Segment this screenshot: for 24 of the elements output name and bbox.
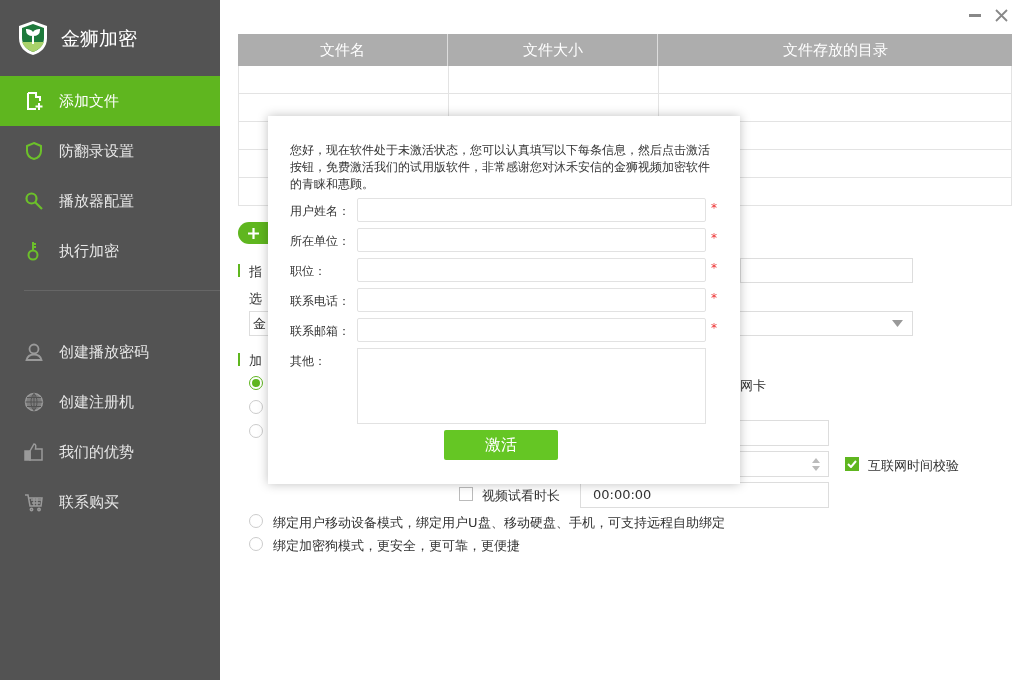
required-mark: * — [711, 290, 717, 307]
section-title: 指 — [249, 263, 262, 281]
option-label: 绑定用户移动设备模式，绑定用户U盘、移动硬盘、手机，可支持远程自助绑定 — [273, 514, 725, 532]
field-label: 职位： — [290, 263, 327, 280]
option-label: 绑定加密狗模式，更安全，更可靠，更便捷 — [273, 537, 520, 555]
checkbox-label: 视频试看时长 — [482, 487, 560, 505]
field-label: 用户姓名： — [290, 203, 351, 220]
field-label: 其他： — [290, 353, 327, 370]
required-mark: * — [711, 320, 717, 337]
column-header: 文件名 — [238, 34, 448, 66]
column-header: 文件存放的目录 — [781, 39, 889, 61]
option-label: 网卡 — [740, 377, 766, 395]
app-title: 金狮加密 — [61, 25, 137, 51]
dialog-message: 您好，现在软件处于未激活状态，您可以认真填写以下每条信息，然后点击激活按钮，免费激活我们的试用版软件，非常感谢您对沐禾安信的金狮视频加密软件的青睐和惠顾。 — [290, 142, 711, 193]
checkbox-label: 互联网时间校验 — [868, 457, 959, 475]
field-label: 联系电话： — [290, 293, 351, 310]
field-label: 选 — [249, 290, 262, 308]
required-mark: * — [711, 260, 717, 277]
column-header: 文件大小 — [448, 34, 658, 66]
field-label: 联系邮箱： — [290, 323, 351, 340]
section-title: 加 — [249, 352, 262, 370]
required-mark: * — [711, 200, 717, 217]
required-mark: * — [711, 230, 717, 247]
field-label: 所在单位： — [290, 233, 351, 250]
